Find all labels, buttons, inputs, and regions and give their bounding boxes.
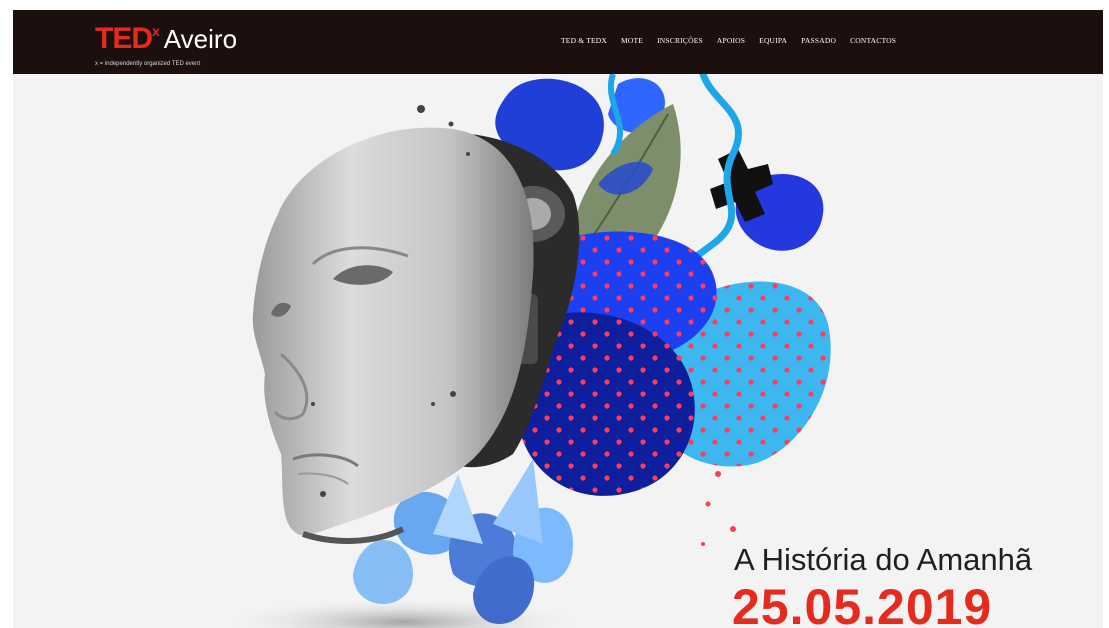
top-navbar: TEDx Aveiro x = independently organized T… [13,10,1103,74]
event-date: 25.05.2019 [732,579,993,628]
nav-link-passado[interactable]: PASSADO [801,36,836,45]
logo-ted-text: TED [95,22,153,55]
hero-subtitle: A História do Amanhã [734,542,1033,577]
nav-link-equipa[interactable]: EQUIPA [759,36,787,45]
main-nav: TED & TEDX MOTE INSCRIÇÕES APOIOS EQUIPA… [561,36,896,45]
nav-link-contactos[interactable]: CONTACTOS [850,36,896,45]
logo-x-text: x [152,23,160,39]
logo-wordmark: TEDx Aveiro [95,16,237,59]
tedx-aveiro-logo[interactable]: TEDx Aveiro x = independently organized T… [95,16,237,67]
nav-link-inscricoes[interactable]: INSCRIÇÕES [657,36,703,45]
logo-city-text: Aveiro [163,24,238,54]
nav-link-mote[interactable]: MOTE [621,36,643,45]
black-cross-shape [710,149,773,222]
page: TEDx Aveiro x = independently organized T… [13,10,1103,628]
robot-face [252,127,534,536]
nav-link-ted-tedx[interactable]: TED & TEDX [561,36,607,45]
logo-tagline: x = independently organized TED event [95,61,201,67]
nav-link-apoios[interactable]: APOIOS [717,36,745,45]
